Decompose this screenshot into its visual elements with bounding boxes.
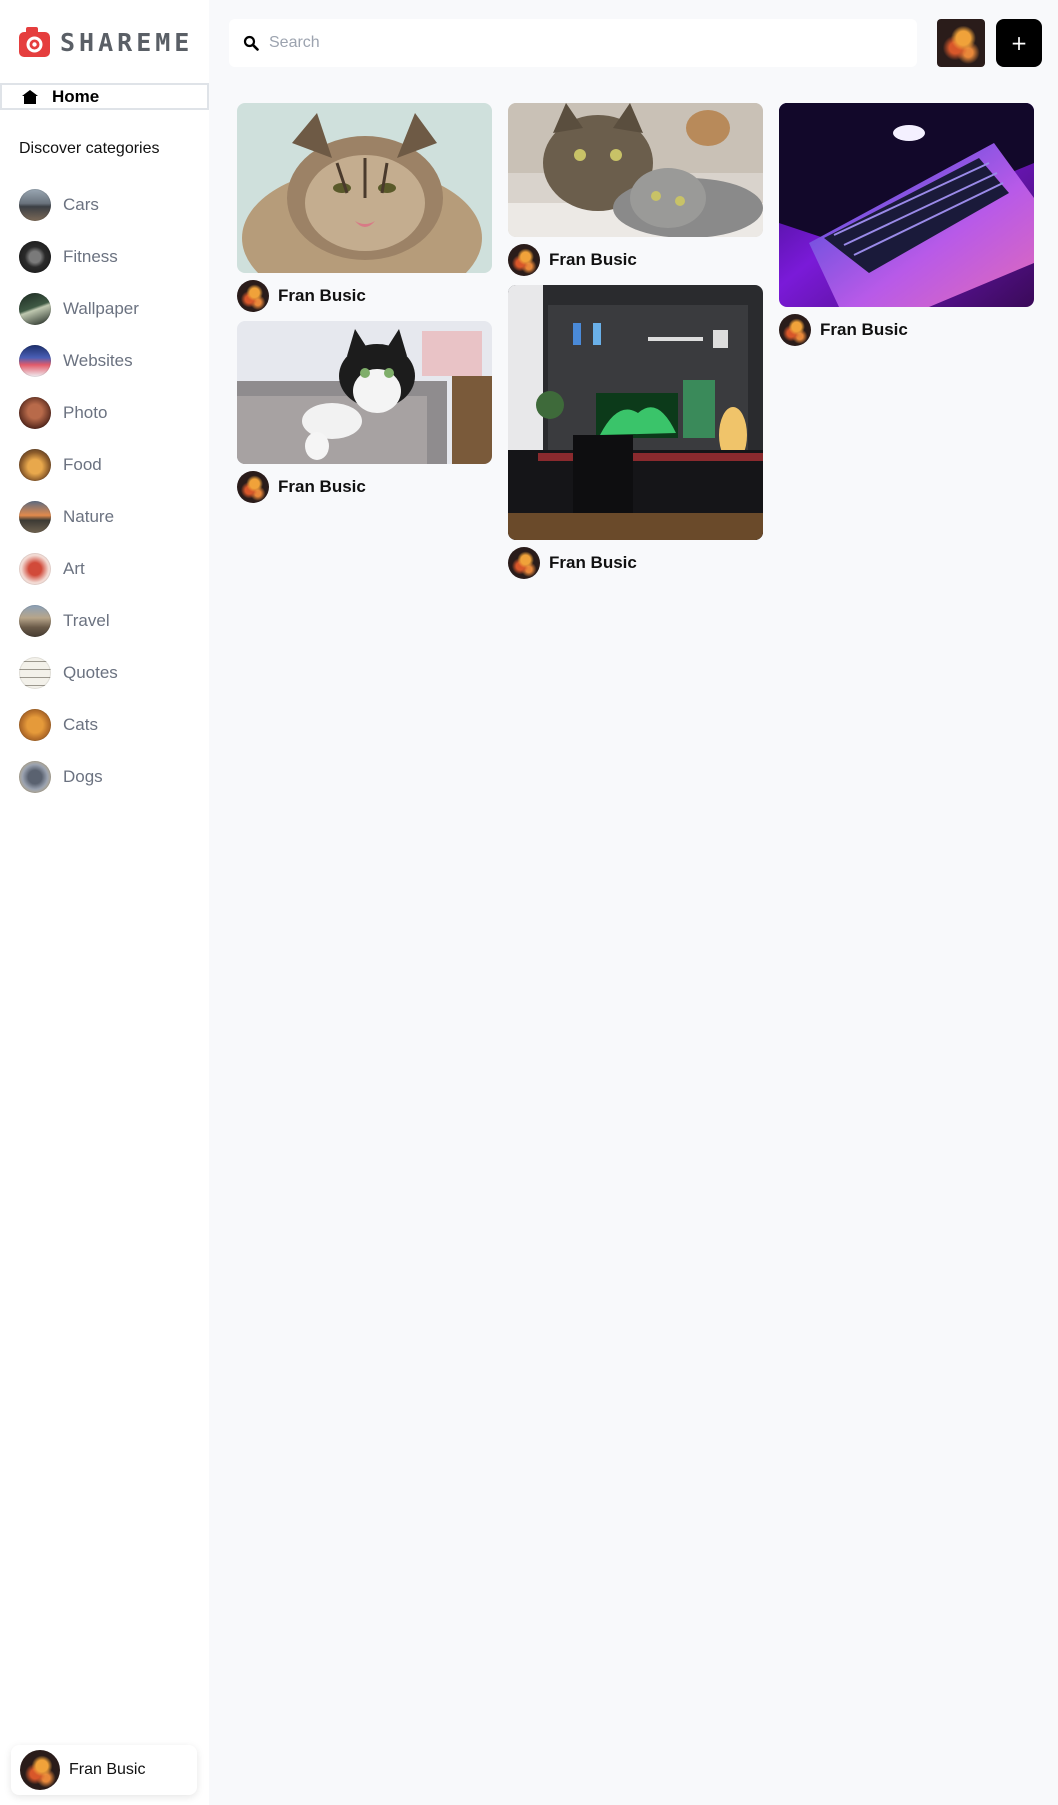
- sidebar: SHAREME Home Discover categories Cars Fit…: [0, 0, 209, 1805]
- pin-card[interactable]: Fran Busic: [508, 285, 763, 579]
- search-bar[interactable]: [229, 19, 917, 67]
- pin-author-name: Fran Busic: [549, 250, 637, 269]
- pin-author[interactable]: Fran Busic: [237, 471, 492, 503]
- category-label: Travel: [63, 611, 110, 630]
- category-thumbnail: [19, 553, 51, 585]
- home-icon: [22, 89, 38, 104]
- pin-card[interactable]: Fran Busic: [779, 103, 1034, 346]
- category-thumbnail: [19, 345, 51, 377]
- pin-author-name: Fran Busic: [820, 320, 908, 339]
- pin-author-name: Fran Busic: [278, 477, 366, 496]
- search-input[interactable]: [269, 34, 869, 52]
- sidebar-item-food[interactable]: Food: [19, 439, 139, 491]
- sidebar-item-websites[interactable]: Websites: [19, 335, 139, 387]
- category-label: Cats: [63, 715, 98, 734]
- pin-author-avatar: [508, 244, 540, 276]
- category-label: Art: [63, 559, 85, 578]
- user-profile-link[interactable]: Fran Busic: [11, 1745, 197, 1795]
- sidebar-item-wallpaper[interactable]: Wallpaper: [19, 283, 139, 335]
- create-pin-button[interactable]: +: [996, 19, 1042, 67]
- pin-author-avatar: [508, 547, 540, 579]
- category-label: Wallpaper: [63, 299, 139, 318]
- category-label: Cars: [63, 195, 99, 214]
- category-thumbnail: [19, 241, 51, 273]
- pin-author-name: Fran Busic: [549, 553, 637, 572]
- sidebar-item-quotes[interactable]: Quotes: [19, 647, 139, 699]
- pin-author[interactable]: Fran Busic: [508, 244, 763, 276]
- sidebar-item-cars[interactable]: Cars: [19, 179, 139, 231]
- top-user-avatar[interactable]: [937, 19, 985, 67]
- pin-card[interactable]: Fran Busic: [237, 103, 492, 312]
- pin-card[interactable]: Fran Busic: [237, 321, 492, 503]
- category-thumbnail: [19, 501, 51, 533]
- pin-author[interactable]: Fran Busic: [779, 314, 1034, 346]
- sidebar-item-home[interactable]: Home: [0, 83, 209, 110]
- camera-logo-icon: [19, 27, 50, 57]
- category-thumbnail: [19, 189, 51, 221]
- category-thumbnail: [19, 293, 51, 325]
- category-label: Photo: [63, 403, 108, 422]
- search-icon: [243, 35, 259, 51]
- pin-author[interactable]: Fran Busic: [237, 280, 492, 312]
- pin-image-tuxedo-cat[interactable]: [237, 321, 492, 464]
- category-label: Dogs: [63, 767, 103, 786]
- category-thumbnail: [19, 657, 51, 689]
- category-label: Fitness: [63, 247, 118, 266]
- category-thumbnail: [19, 605, 51, 637]
- sidebar-item-photo[interactable]: Photo: [19, 387, 139, 439]
- app-root: SHAREME Home Discover categories Cars Fit…: [0, 0, 1058, 1805]
- plus-icon: +: [1010, 31, 1028, 55]
- pin-image-fluffy-cat[interactable]: [237, 103, 492, 273]
- category-thumbnail: [19, 761, 51, 793]
- sidebar-item-cats[interactable]: Cats: [19, 699, 139, 751]
- category-label: Quotes: [63, 663, 118, 682]
- category-thumbnail: [19, 397, 51, 429]
- category-label: Nature: [63, 507, 115, 526]
- categories-heading: Discover categories: [19, 140, 160, 157]
- pin-image-two-cats[interactable]: [508, 103, 763, 237]
- pin-author[interactable]: Fran Busic: [508, 547, 763, 579]
- user-avatar: [20, 1750, 60, 1790]
- sidebar-item-fitness[interactable]: Fitness: [19, 231, 139, 283]
- category-thumbnail: [19, 449, 51, 481]
- pin-author-avatar: [237, 280, 269, 312]
- sidebar-item-home-label: Home: [52, 86, 100, 106]
- pin-author-avatar: [779, 314, 811, 346]
- sidebar-item-art[interactable]: Art: [19, 543, 139, 595]
- category-label: Food: [63, 455, 102, 474]
- pin-card[interactable]: Fran Busic: [508, 103, 763, 276]
- sidebar-item-nature[interactable]: Nature: [19, 491, 139, 543]
- category-label: Websites: [63, 351, 133, 370]
- category-list: Cars Fitness Wallpaper Websites Photo Food Nat…: [19, 179, 139, 803]
- user-name: Fran Busic: [69, 1761, 146, 1778]
- pin-image-gaming-setup[interactable]: [508, 285, 763, 540]
- sidebar-item-travel[interactable]: Travel: [19, 595, 139, 647]
- pin-image-laptop[interactable]: [779, 103, 1034, 307]
- pin-author-name: Fran Busic: [278, 286, 366, 305]
- pin-author-avatar: [237, 471, 269, 503]
- category-thumbnail: [19, 709, 51, 741]
- shareme-logo[interactable]: SHAREME: [19, 26, 193, 58]
- sidebar-item-dogs[interactable]: Dogs: [19, 751, 139, 803]
- logo-text: SHAREME: [60, 27, 194, 57]
